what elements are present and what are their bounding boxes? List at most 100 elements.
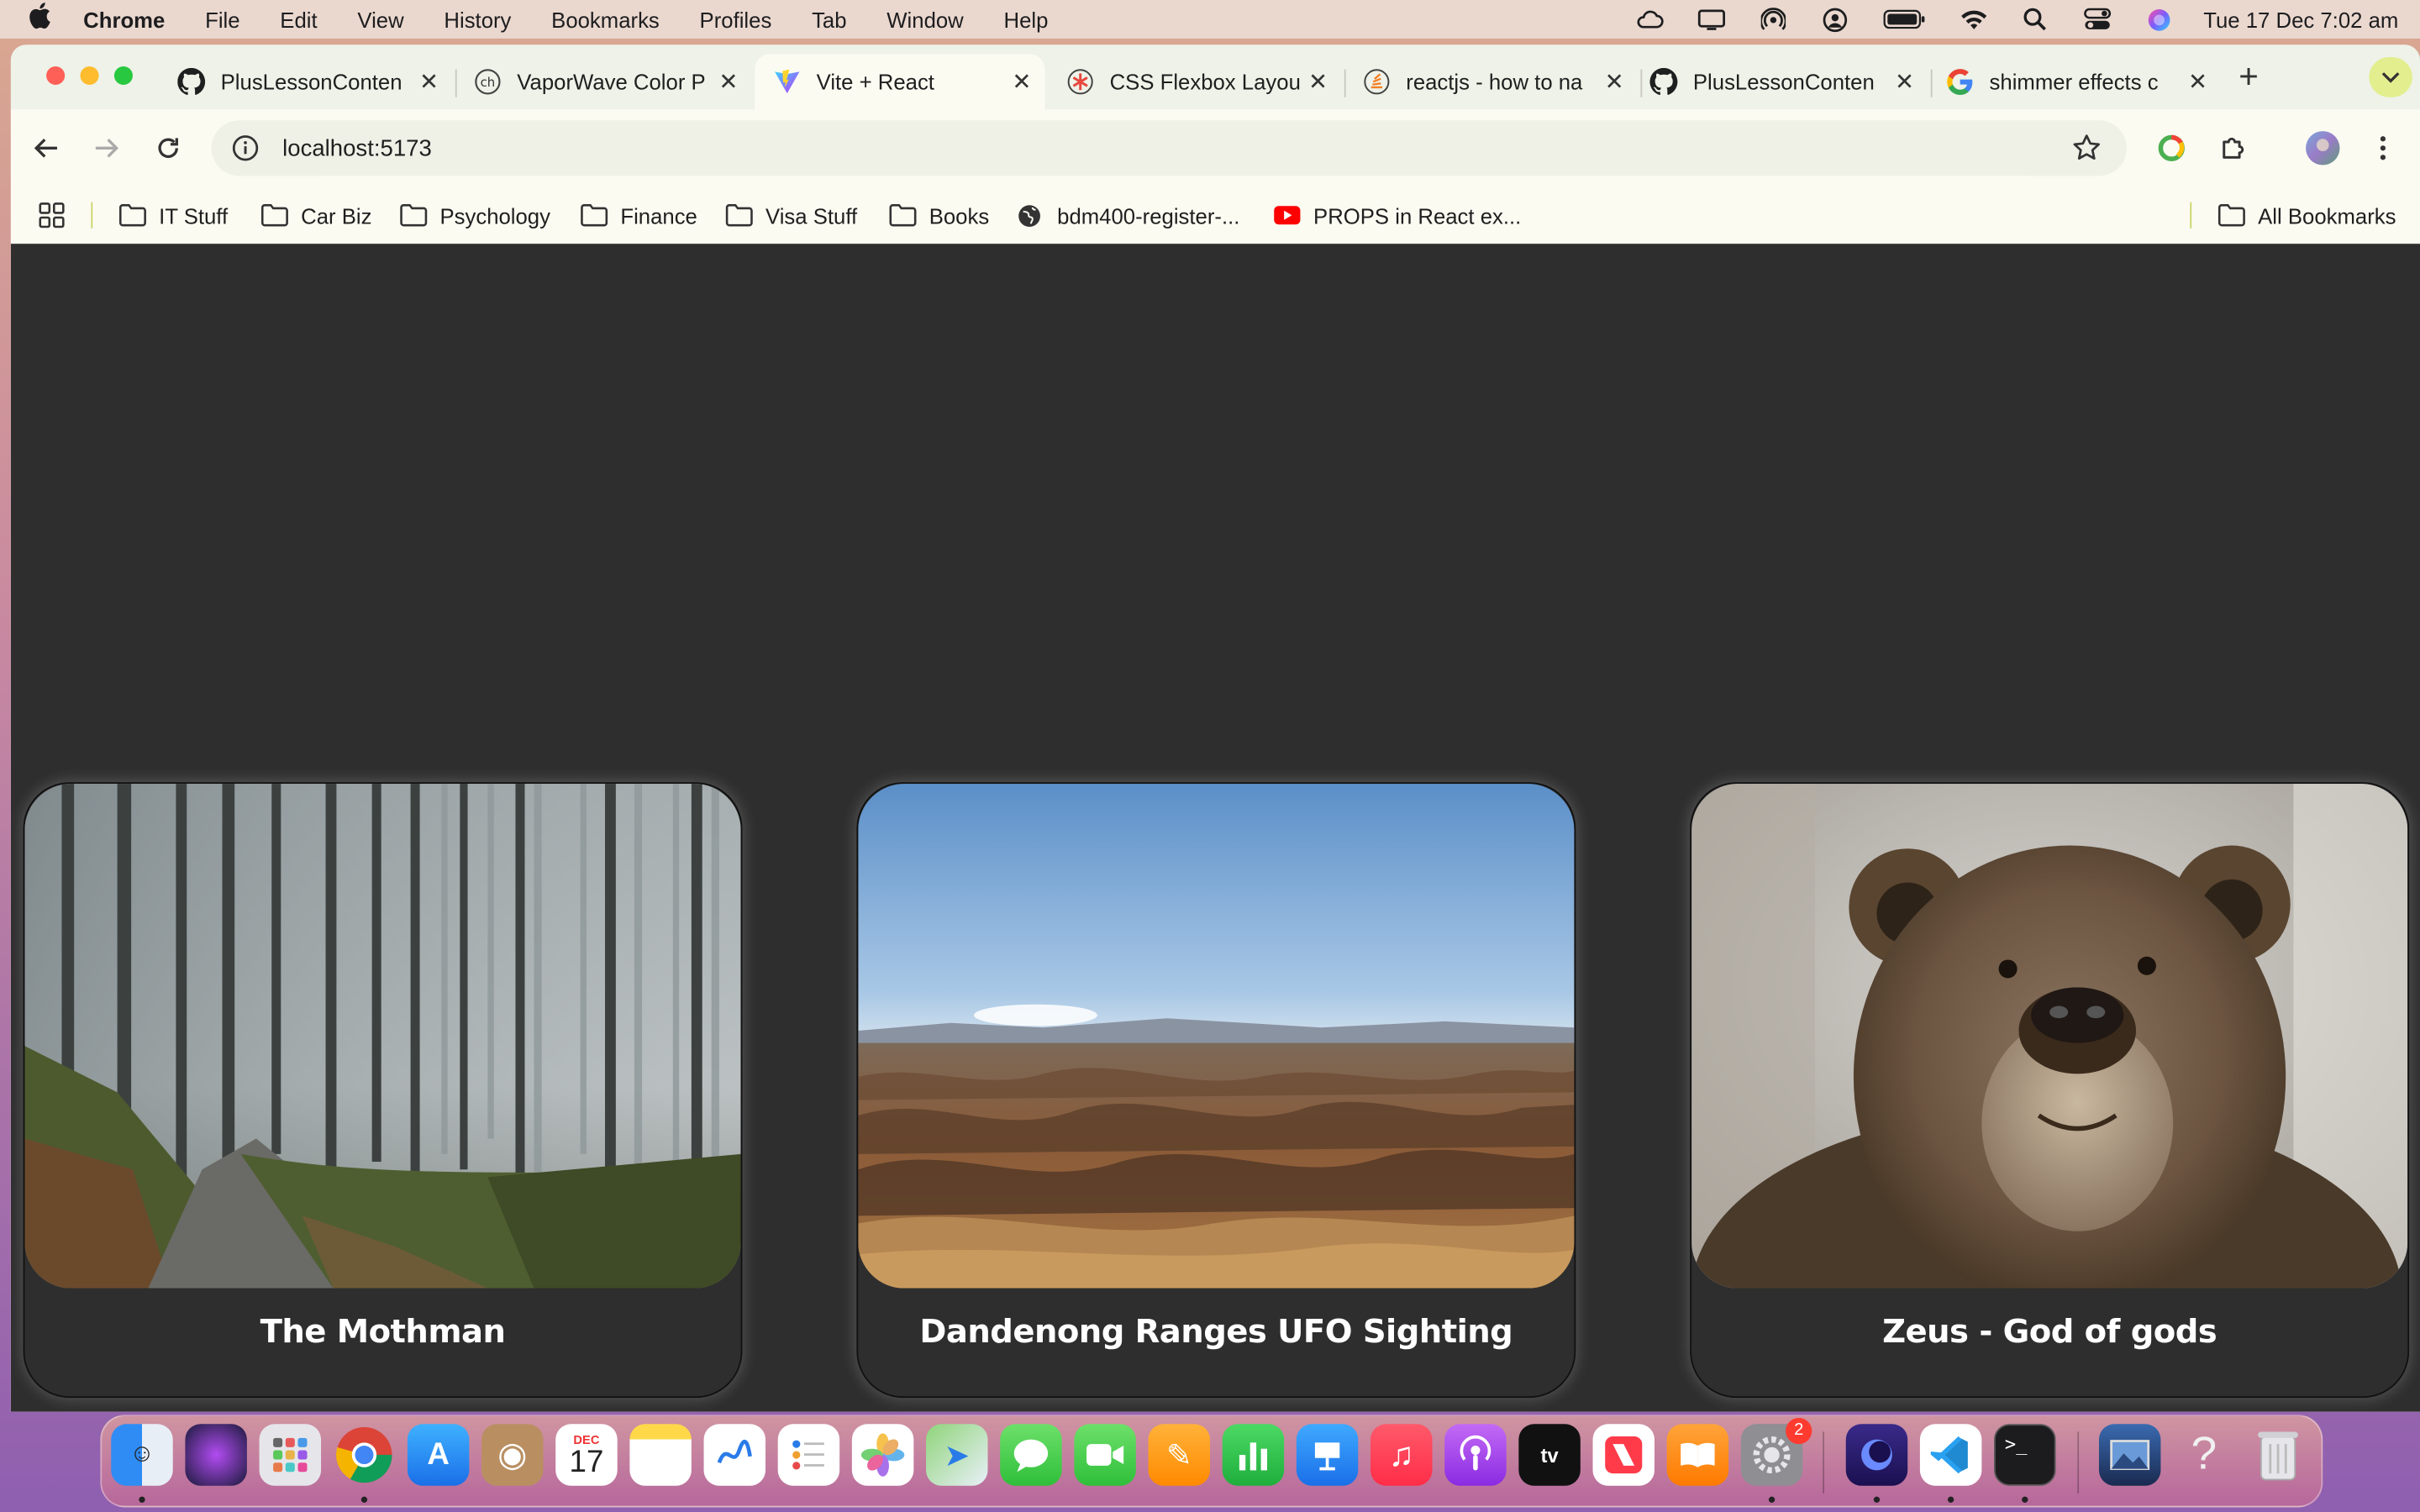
maps-icon[interactable]: ➤ bbox=[926, 1424, 988, 1486]
menu-window[interactable]: Window bbox=[886, 7, 963, 31]
menu-bookmarks[interactable]: Bookmarks bbox=[551, 7, 660, 31]
bookmark-psychology[interactable]: Psychology bbox=[400, 186, 550, 244]
vscode-icon[interactable] bbox=[1919, 1424, 1982, 1486]
close-tab-icon[interactable]: ✕ bbox=[1301, 68, 1334, 96]
menu-view[interactable]: View bbox=[357, 7, 403, 31]
app-store-icon[interactable]: A bbox=[407, 1424, 470, 1486]
profile-avatar[interactable] bbox=[2302, 128, 2343, 168]
all-bookmarks-button[interactable]: All Bookmarks bbox=[2217, 186, 2396, 244]
all-bookmarks-label: All Bookmarks bbox=[2258, 202, 2396, 228]
menubar-clock[interactable]: Tue 17 Dec 7:02 am bbox=[2203, 7, 2398, 31]
facetime-icon[interactable] bbox=[1074, 1424, 1136, 1486]
extension-ring-icon[interactable] bbox=[2151, 128, 2191, 168]
bookmark-visa-stuff[interactable]: Visa Stuff bbox=[725, 186, 857, 244]
contacts-icon[interactable]: ◉ bbox=[481, 1424, 544, 1486]
fullscreen-window-button[interactable] bbox=[113, 66, 133, 86]
battery-icon[interactable] bbox=[1882, 8, 1925, 30]
bookmark-books[interactable]: Books bbox=[889, 186, 989, 244]
calendar-icon[interactable]: DEC 17 bbox=[555, 1424, 618, 1486]
numbers-icon[interactable] bbox=[1222, 1424, 1285, 1486]
card-zeus[interactable]: Zeus - God of gods bbox=[1690, 782, 2410, 1399]
dock-divider bbox=[1823, 1431, 1825, 1494]
podcasts-icon[interactable] bbox=[1444, 1424, 1507, 1486]
apps-grid-button[interactable] bbox=[39, 186, 65, 244]
tab-vaporwave-color[interactable]: ch VaporWave Color P ✕ bbox=[455, 54, 752, 109]
reminders-icon[interactable] bbox=[777, 1424, 840, 1486]
tab-pluslessoncontent-1[interactable]: PlusLessonConten ✕ bbox=[159, 54, 452, 109]
keynote-icon[interactable] bbox=[1296, 1424, 1359, 1486]
creative-cloud-icon[interactable] bbox=[1635, 8, 1664, 30]
tab-vite-react[interactable]: Vite + React ✕ bbox=[755, 54, 1045, 110]
trash-icon[interactable] bbox=[2247, 1424, 2308, 1485]
tab-shimmer-effects[interactable]: shimmer effects c ✕ bbox=[1928, 54, 2221, 109]
pages-icon[interactable]: ✎ bbox=[1148, 1424, 1210, 1486]
site-info-icon[interactable] bbox=[230, 133, 261, 164]
close-tab-icon[interactable]: ✕ bbox=[712, 68, 745, 96]
apple-tv-icon[interactable]: tv bbox=[1518, 1424, 1581, 1486]
close-tab-icon[interactable]: ✕ bbox=[1597, 68, 1631, 96]
launchpad-icon[interactable] bbox=[259, 1424, 322, 1486]
wifi-icon[interactable] bbox=[1960, 8, 1987, 30]
freeform-icon[interactable] bbox=[703, 1424, 766, 1486]
card-mothman[interactable]: The Mothman bbox=[23, 782, 743, 1399]
address-bar[interactable]: localhost:5173 bbox=[211, 120, 2128, 176]
tab-css-flexbox[interactable]: CSS Flexbox Layou ✕ bbox=[1048, 54, 1341, 109]
bookmark-car-biz[interactable]: Car Biz bbox=[260, 186, 371, 244]
reload-button[interactable] bbox=[148, 128, 188, 168]
bookmark-it-stuff[interactable]: IT Stuff bbox=[118, 186, 228, 244]
menu-edit[interactable]: Edit bbox=[280, 7, 317, 31]
menu-tab[interactable]: Tab bbox=[812, 7, 846, 31]
tab-reactjs-stackoverflow[interactable]: reactjs - how to na ✕ bbox=[1344, 54, 1638, 109]
close-tab-icon[interactable]: ✕ bbox=[1005, 68, 1039, 96]
card-dandenong-ufo[interactable]: Dandenong Ranges UFO Sighting bbox=[856, 782, 1576, 1399]
spotlight-search-icon[interactable] bbox=[2022, 8, 2049, 31]
tab-search-button[interactable] bbox=[2369, 56, 2412, 97]
tab-pluslessoncontent-2[interactable]: PlusLessonConten ✕ bbox=[1631, 54, 1928, 109]
display-icon[interactable] bbox=[1697, 8, 1725, 30]
menu-app-name[interactable]: Chrome bbox=[83, 7, 165, 31]
preview-icon[interactable] bbox=[2098, 1424, 2161, 1486]
more-menu-icon[interactable] bbox=[2363, 128, 2403, 168]
airdrop-icon[interactable] bbox=[1759, 7, 1786, 30]
minimize-window-button[interactable] bbox=[80, 66, 99, 86]
bookmark-finance[interactable]: Finance bbox=[581, 186, 697, 244]
menu-profiles[interactable]: Profiles bbox=[700, 7, 772, 31]
bookmark-bdm400-register[interactable]: bdm400-register-... bbox=[1017, 186, 1239, 244]
close-tab-icon[interactable]: ✕ bbox=[2181, 68, 2214, 96]
screen-recorder-icon[interactable] bbox=[1845, 1424, 1908, 1486]
messages-icon[interactable] bbox=[1000, 1424, 1062, 1486]
help-question-icon[interactable]: ? bbox=[2173, 1424, 2234, 1485]
notes-icon[interactable] bbox=[629, 1424, 692, 1486]
menu-history[interactable]: History bbox=[444, 7, 511, 31]
music-icon[interactable]: ♫ bbox=[1370, 1424, 1433, 1486]
apple-menu-icon[interactable] bbox=[28, 2, 61, 37]
news-icon[interactable] bbox=[1592, 1424, 1655, 1486]
bookmarks-divider bbox=[2190, 202, 2192, 228]
chrome-icon[interactable] bbox=[334, 1424, 395, 1485]
close-window-button[interactable] bbox=[46, 66, 66, 86]
extensions-puzzle-icon[interactable] bbox=[2213, 128, 2254, 168]
tab-title: PlusLessonConten bbox=[220, 69, 402, 95]
system-settings-icon[interactable]: 2 bbox=[1740, 1417, 1812, 1486]
tab-title: PlusLessonConten bbox=[1692, 69, 1875, 95]
card-title: Dandenong Ranges UFO Sighting bbox=[919, 1313, 1513, 1351]
menu-help[interactable]: Help bbox=[1004, 7, 1049, 31]
menu-file[interactable]: File bbox=[205, 7, 239, 31]
user-account-icon[interactable] bbox=[1821, 7, 1849, 32]
terminal-icon[interactable]: >_ bbox=[1994, 1424, 2056, 1486]
finder-icon[interactable]: ☺ bbox=[111, 1424, 173, 1486]
bookmark-star-icon[interactable] bbox=[2071, 133, 2102, 164]
url-text[interactable]: localhost:5173 bbox=[282, 135, 432, 161]
close-tab-icon[interactable]: ✕ bbox=[1887, 68, 1921, 96]
close-tab-icon[interactable]: ✕ bbox=[412, 68, 445, 96]
siri-icon[interactable] bbox=[185, 1424, 247, 1486]
new-tab-button[interactable]: + bbox=[2230, 60, 2267, 97]
siri-icon[interactable] bbox=[2144, 8, 2172, 30]
bookmark-props-in-react[interactable]: PROPS in React ex... bbox=[1273, 186, 1521, 244]
calendar-month: DEC bbox=[573, 1432, 600, 1446]
photos-icon[interactable] bbox=[851, 1424, 914, 1486]
back-button[interactable] bbox=[26, 128, 66, 168]
books-icon[interactable] bbox=[1666, 1424, 1729, 1486]
control-center-icon[interactable] bbox=[2083, 8, 2111, 30]
forward-button[interactable] bbox=[87, 128, 127, 168]
